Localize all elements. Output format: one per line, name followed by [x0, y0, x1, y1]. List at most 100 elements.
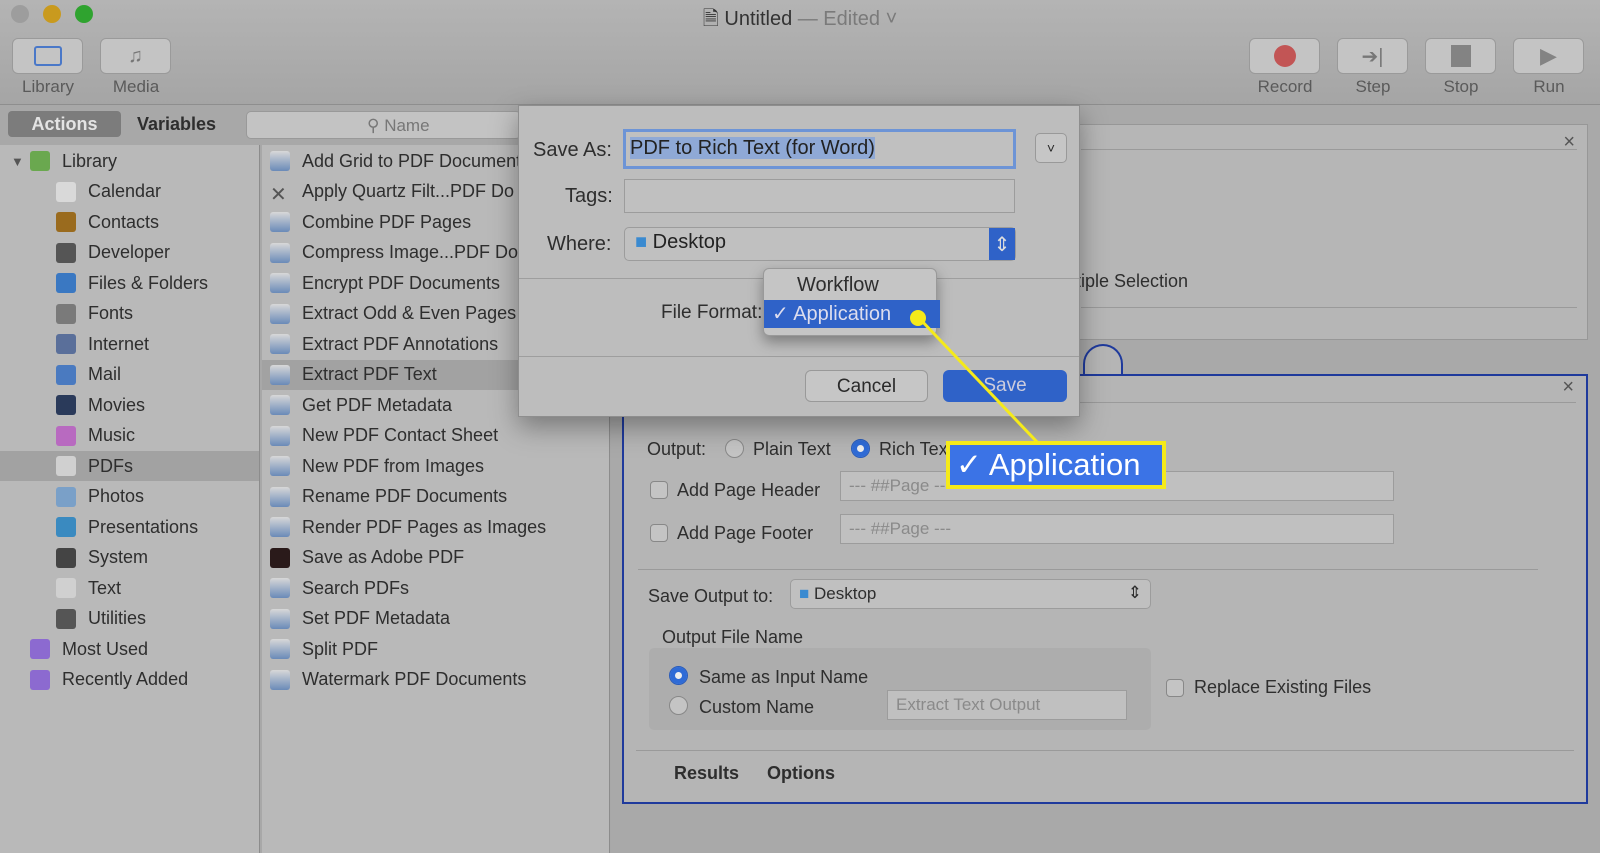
internet-icon: [56, 334, 76, 354]
sidebar-item-developer[interactable]: Developer: [0, 238, 259, 268]
file-format-label: File Format:: [661, 302, 763, 323]
divider: [638, 569, 1538, 570]
sidebar-item-label: Internet: [88, 333, 150, 354]
media-button[interactable]: ♫: [100, 38, 171, 74]
action-list-item[interactable]: Watermark PDF Documents: [262, 665, 609, 695]
tab-variables[interactable]: Variables: [125, 111, 228, 137]
action-label: Extract PDF Text: [302, 364, 437, 384]
add-page-footer-label: Add Page Footer: [677, 523, 814, 543]
action-list-item[interactable]: Save as Adobe PDF: [262, 543, 609, 573]
search-placeholder: Name: [384, 116, 430, 135]
run-button[interactable]: ▶: [1513, 38, 1584, 74]
extract-pdf-text-action: × Output: Plain Text Rich Text Add Page …: [622, 374, 1588, 804]
close-action-icon[interactable]: ×: [1563, 131, 1575, 154]
action-list-item[interactable]: New PDF Contact Sheet: [262, 421, 609, 451]
action-list-item[interactable]: New PDF from Images: [262, 451, 609, 481]
custom-name-radio[interactable]: [669, 696, 688, 715]
action-list-item[interactable]: Split PDF: [262, 634, 609, 664]
sidebar-item-system[interactable]: System: [0, 543, 259, 573]
sidebar-item-text[interactable]: Text: [0, 573, 259, 603]
action-label: Search PDFs: [302, 577, 410, 598]
sidebar-item-music[interactable]: Music: [0, 421, 259, 451]
system-icon: [56, 547, 76, 568]
sidebar-item-label: Calendar: [88, 181, 162, 201]
cancel-button[interactable]: Cancel: [805, 370, 928, 402]
action-list-item[interactable]: Render PDF Pages as Images: [262, 512, 609, 542]
sidebar-item-movies[interactable]: Movies: [0, 390, 259, 420]
plain-text-radio[interactable]: [725, 439, 744, 458]
record-button[interactable]: [1249, 38, 1320, 74]
sidebar-item-recently-added[interactable]: Recently Added: [0, 665, 259, 695]
pdf-action-icon: [270, 334, 290, 354]
document-icon: 🗎: [702, 8, 725, 30]
save-output-popup[interactable]: ■ Desktop ⇕: [790, 579, 1151, 609]
disclosure-triangle-icon[interactable]: ▼: [11, 154, 24, 169]
menu-item-workflow[interactable]: Workflow: [797, 274, 879, 297]
record-label: Record: [1257, 77, 1313, 96]
sidebar-item-mail[interactable]: Mail: [0, 360, 259, 390]
stop-button[interactable]: [1425, 38, 1496, 74]
page-footer-input[interactable]: --- ##Page ---: [840, 514, 1394, 544]
library-label: Library: [22, 77, 74, 96]
sidebar-item-internet[interactable]: Internet: [0, 329, 259, 359]
action-label: New PDF from Images: [302, 455, 485, 476]
sidebar-item-files-folders[interactable]: Files & Folders: [0, 268, 259, 298]
library-button[interactable]: [12, 38, 83, 74]
results-tab[interactable]: Results: [674, 763, 739, 784]
sidebar-item-calendar[interactable]: Calendar: [0, 177, 259, 207]
presentations-icon: [56, 517, 76, 537]
options-tab[interactable]: Options: [767, 763, 835, 784]
add-page-footer-checkbox[interactable]: [650, 524, 668, 542]
edited-status[interactable]: — Edited: [798, 8, 880, 30]
replace-existing-checkbox[interactable]: [1166, 679, 1184, 697]
files-folders-icon: [56, 273, 76, 293]
menu-item-application[interactable]: ✓ Application: [764, 300, 940, 328]
sidebar-item-presentations[interactable]: Presentations: [0, 512, 259, 542]
pdf-action-icon: [270, 578, 290, 598]
pdf-action-icon: [270, 456, 290, 476]
custom-name-input[interactable]: Extract Text Output: [887, 690, 1127, 720]
action-label: Combine PDF Pages: [302, 211, 472, 232]
movies-icon: [56, 395, 76, 415]
sidebar-item-contacts[interactable]: Contacts: [0, 207, 259, 237]
search-input[interactable]: ⚲ Name: [246, 111, 521, 139]
where-popup[interactable]: ■ Desktop ⇕: [624, 227, 1016, 261]
step-label: Step: [1355, 77, 1391, 96]
chevron-down-icon[interactable]: ˅: [880, 8, 898, 30]
sidebar-item-label: Music: [88, 425, 136, 445]
action-list-item[interactable]: Set PDF Metadata: [262, 604, 609, 634]
close-action-icon[interactable]: ×: [1562, 376, 1574, 399]
same-as-input-radio[interactable]: [669, 666, 688, 685]
sidebar-item-photos[interactable]: Photos: [0, 482, 259, 512]
save-as-value: PDF to Rich Text (for Word): [630, 137, 875, 159]
pdf-action-icon: [270, 242, 290, 263]
workflow-action-box: × tiple Selection: [1070, 124, 1588, 340]
rich-text-radio[interactable]: [851, 439, 870, 458]
sidebar-item-utilities[interactable]: Utilities: [0, 604, 259, 634]
action-list-item[interactable]: Rename PDF Documents: [262, 482, 609, 512]
sidebar-item-fonts[interactable]: Fonts: [0, 299, 259, 329]
music-icon: [56, 425, 76, 446]
tab-actions[interactable]: Actions: [8, 111, 121, 137]
tags-input[interactable]: [624, 179, 1015, 213]
save-as-input[interactable]: PDF to Rich Text (for Word): [623, 129, 1016, 169]
add-page-header-checkbox[interactable]: [650, 481, 668, 499]
sidebar-item-library[interactable]: ▼ Library: [0, 146, 259, 176]
action-label: New PDF Contact Sheet: [302, 425, 499, 445]
sidebar-item-label: Library: [62, 150, 118, 171]
step-button[interactable]: ➔|: [1337, 38, 1408, 74]
sidebar-item-pdfs[interactable]: PDFs: [0, 451, 259, 481]
sidebar-item-label: Photos: [88, 486, 145, 506]
save-button[interactable]: Save: [943, 370, 1067, 402]
sidebar-item-label: Most Used: [62, 638, 149, 659]
rich-text-label: Rich Text: [879, 439, 953, 459]
action-label: Compress Image...PDF Do: [302, 242, 519, 262]
expand-dialog-button[interactable]: ˅: [1035, 133, 1067, 163]
library-sidebar: ▼ Library Calendar Contacts Developer Files &…: [0, 145, 260, 853]
sidebar-item-most-used[interactable]: Most Used: [0, 634, 259, 664]
output-file-name-heading: Output File Name: [662, 627, 804, 647]
action-list-item[interactable]: Search PDFs: [262, 573, 609, 603]
pdf-action-icon: [270, 486, 290, 507]
folder-icon: ■: [635, 231, 653, 253]
sidebar-item-label: Contacts: [88, 211, 160, 232]
